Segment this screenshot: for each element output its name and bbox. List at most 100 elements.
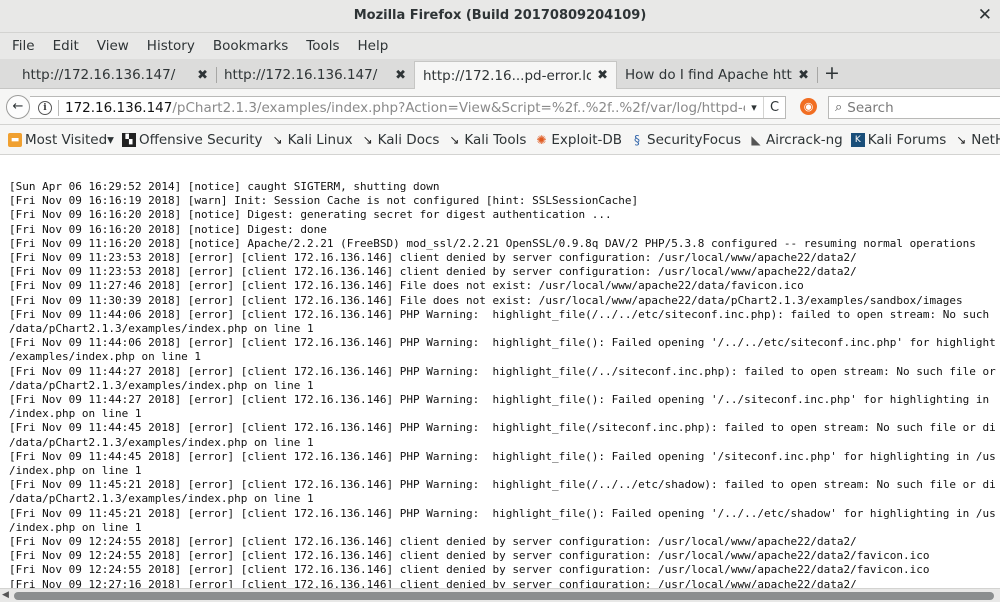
log-line: /data/pChart2.1.3/examples/index.php on … xyxy=(9,435,314,449)
menu-bar: File Edit View History Bookmarks Tools H… xyxy=(0,33,1000,59)
log-line: [Fri Nov 09 16:16:19 2018] [warn] Init: … xyxy=(9,194,639,208)
log-line: [Fri Nov 09 11:23:53 2018] [error] [clie… xyxy=(9,265,857,279)
kali-icon: ↘ xyxy=(362,132,373,147)
log-line: [Fri Nov 09 12:24:55 2018] [error] [clie… xyxy=(9,549,930,563)
menu-tools[interactable]: Tools xyxy=(297,38,348,54)
url-path: /pChart2.1.3/examples/index.php?Action=V… xyxy=(172,99,745,116)
log-line: [Fri Nov 09 11:44:27 2018] [error] [clie… xyxy=(9,393,990,407)
bookmark-label: Kali Tools xyxy=(464,131,527,148)
bookmark-most-visited[interactable]: ▬ Most Visited ▾ xyxy=(8,132,114,148)
chevron-down-icon: ▾ xyxy=(107,131,114,148)
log-line: [Fri Nov 09 11:23:53 2018] [error] [clie… xyxy=(9,251,857,265)
url-separator xyxy=(58,99,59,116)
tab-close-icon[interactable]: ✖ xyxy=(798,68,809,83)
window-close-icon[interactable]: ✕ xyxy=(978,7,992,24)
menu-view[interactable]: View xyxy=(88,38,138,54)
url-host: 172.16.136.147 xyxy=(65,99,173,116)
exploit-db-icon: ✺ xyxy=(536,132,547,147)
log-line: /data/pChart2.1.3/examples/index.php on … xyxy=(9,492,314,506)
log-line: /data/pChart2.1.3/examples/index.php on … xyxy=(9,322,314,336)
site-info-icon[interactable]: i xyxy=(38,100,52,115)
log-line: [Fri Nov 09 11:44:06 2018] [error] [clie… xyxy=(9,336,996,350)
tab-label: http://172.16...pd-error.log xyxy=(423,67,592,84)
search-bar[interactable]: ⌕ Search xyxy=(828,96,1000,119)
new-tab-button[interactable]: + xyxy=(821,62,843,86)
bookmark-label: Offensive Security xyxy=(138,131,263,148)
bookmark-exploit-db[interactable]: ✺ Exploit-DB xyxy=(534,132,622,148)
log-line: [Fri Nov 09 11:44:45 2018] [error] [clie… xyxy=(9,421,996,435)
bookmarks-toolbar: ▬ Most Visited ▾ ▚ Offensive Security ↘ K… xyxy=(0,125,1000,155)
log-line: [Sun Apr 06 16:29:52 2014] [notice] caug… xyxy=(9,180,440,193)
log-line: [Fri Nov 09 11:27:46 2018] [error] [clie… xyxy=(9,279,804,293)
menu-history[interactable]: History xyxy=(138,38,204,54)
bookmark-offensive-security[interactable]: ▚ Offensive Security xyxy=(121,131,263,148)
bookmark-aircrack-ng[interactable]: ◣ Aircrack-ng xyxy=(749,131,843,148)
tab-label: http://172.16.136.147/ xyxy=(22,67,176,83)
bookmark-securityfocus[interactable]: § SecurityFocus xyxy=(630,132,741,148)
tab-separator xyxy=(817,67,818,83)
log-line: /index.php on line 1 xyxy=(9,407,142,421)
tab-label: How do I find Apache htt... xyxy=(625,67,793,83)
log-line: /examples/index.php on line 1 xyxy=(9,350,202,364)
log-line: /index.php on line 1 xyxy=(9,464,142,478)
pocket-icon[interactable]: ◉ xyxy=(800,98,817,115)
reload-button[interactable]: C xyxy=(763,97,785,118)
page-content: [Sun Apr 06 16:29:52 2014] [notice] caug… xyxy=(0,155,1000,588)
tab-2[interactable]: http://172.16.136.147/ ✖ xyxy=(216,61,414,89)
bookmark-nethunter[interactable]: ↘ NetHunter xyxy=(954,132,1000,148)
log-line: [Fri Nov 09 12:24:55 2018] [error] [clie… xyxy=(9,563,930,577)
error-log-text: [Sun Apr 06 16:29:52 2014] [notice] caug… xyxy=(9,180,996,588)
tab-label: http://172.16.136.147/ xyxy=(224,67,378,83)
tab-close-icon[interactable]: ✖ xyxy=(395,68,406,83)
menu-file[interactable]: File xyxy=(3,38,44,54)
tab-1[interactable]: http://172.16.136.147/ ✖ xyxy=(14,61,216,89)
aircrack-icon: ◣ xyxy=(751,132,761,147)
kali-icon: ↘ xyxy=(272,132,283,147)
bookmark-label: SecurityFocus xyxy=(647,131,742,148)
log-line: /index.php on line 1 xyxy=(9,520,142,534)
log-line: [Fri Nov 09 11:45:21 2018] [error] [clie… xyxy=(9,478,996,492)
scrollbar-thumb[interactable] xyxy=(14,592,994,600)
offsec-icon: ▚ xyxy=(121,132,136,147)
log-line: [Fri Nov 09 16:16:20 2018] [notice] Dige… xyxy=(9,208,612,222)
bookmark-label: Kali Linux xyxy=(287,131,353,148)
scroll-left-icon[interactable]: ◀ xyxy=(2,589,9,602)
log-line: [Fri Nov 09 11:44:45 2018] [error] [clie… xyxy=(9,449,996,463)
url-dropdown-icon[interactable]: ▾ xyxy=(745,101,763,114)
url-bar[interactable]: i 172.16.136.147/pChart2.1.3/examples/in… xyxy=(30,96,786,119)
tab-close-icon[interactable]: ✖ xyxy=(197,68,208,83)
bookmark-label: Exploit-DB xyxy=(551,131,623,148)
kali-icon: ↘ xyxy=(956,132,967,147)
menu-edit[interactable]: Edit xyxy=(44,38,88,54)
bookmark-label: NetHunter xyxy=(971,131,1000,148)
bookmark-kali-docs[interactable]: ↘ Kali Docs xyxy=(361,132,440,148)
menu-bookmarks[interactable]: Bookmarks xyxy=(204,38,297,54)
log-line: [Fri Nov 09 11:45:21 2018] [error] [clie… xyxy=(9,506,996,520)
horizontal-scrollbar[interactable]: ◀ xyxy=(0,588,1000,602)
bookmark-kali-forums[interactable]: K Kali Forums xyxy=(850,132,946,148)
bookmark-label: Kali Docs xyxy=(377,131,440,148)
window-titlebar: Mozilla Firefox (Build 20170809204109) ✕ xyxy=(0,0,1000,33)
kali-icon: ↘ xyxy=(449,132,460,147)
log-line: [Fri Nov 09 11:30:39 2018] [error] [clie… xyxy=(9,293,963,307)
search-icon: ⌕ xyxy=(835,100,843,115)
tab-4[interactable]: How do I find Apache htt... ✖ xyxy=(617,61,817,89)
log-line: [Fri Nov 09 11:44:06 2018] [error] [clie… xyxy=(9,307,990,321)
log-line: [Fri Nov 09 11:44:27 2018] [error] [clie… xyxy=(9,364,996,378)
menu-help[interactable]: Help xyxy=(349,38,398,54)
log-line: [Fri Nov 09 12:24:55 2018] [error] [clie… xyxy=(9,535,857,549)
navigation-toolbar: ← i 172.16.136.147/pChart2.1.3/examples/… xyxy=(0,89,1000,125)
securityfocus-icon: § xyxy=(634,132,641,147)
folder-icon: ▬ xyxy=(8,132,22,147)
tab-3-active[interactable]: http://172.16...pd-error.log ✖ xyxy=(414,61,617,89)
bookmark-kali-linux[interactable]: ↘ Kali Linux xyxy=(271,132,353,148)
tab-strip: http://172.16.136.147/ ✖ http://172.16.1… xyxy=(0,59,1000,89)
back-button[interactable]: ← xyxy=(6,95,30,119)
kali-forums-icon: K xyxy=(850,132,865,147)
tab-close-icon[interactable]: ✖ xyxy=(597,68,608,83)
bookmark-kali-tools[interactable]: ↘ Kali Tools xyxy=(447,132,526,148)
url-text[interactable]: 172.16.136.147/pChart2.1.3/examples/inde… xyxy=(65,100,745,116)
bookmark-label: Aircrack-ng xyxy=(766,131,843,148)
log-line: [Fri Nov 09 12:27:16 2018] [error] [clie… xyxy=(9,577,857,588)
bookmark-label: Most Visited xyxy=(25,131,108,148)
